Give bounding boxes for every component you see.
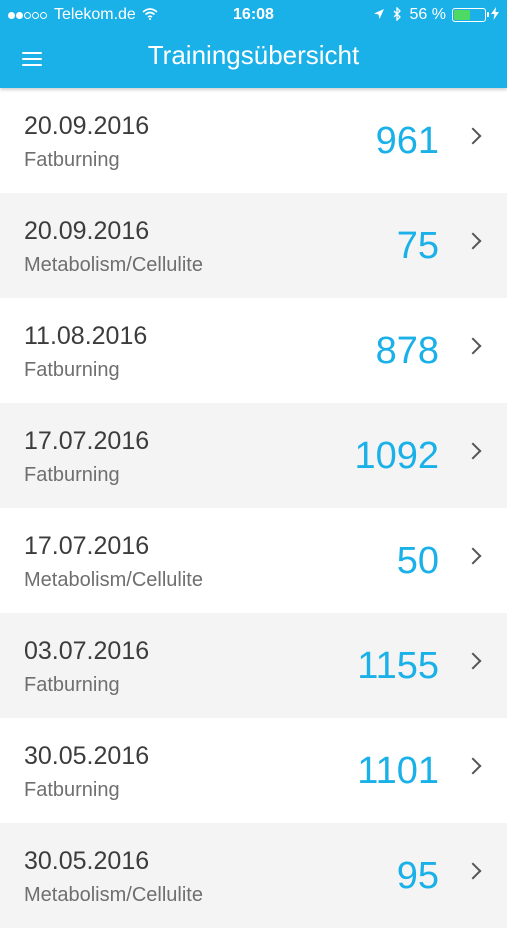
training-date: 11.08.2016 [24, 322, 148, 350]
chevron-right-icon [464, 862, 482, 880]
chevron-right-icon [464, 127, 482, 145]
training-type: Fatburning [24, 149, 120, 171]
training-row[interactable]: 30.05.2016 Fatburning 1101 [0, 718, 507, 823]
training-date: 17.07.2016 [24, 532, 150, 560]
charging-bolt-icon [491, 7, 499, 23]
page-title: Trainingsübersicht [147, 40, 360, 70]
training-row[interactable]: 20.09.2016 Metabolism/Cellulite 75 [0, 193, 507, 298]
training-row[interactable]: 03.07.2016 Fatburning 1155 [0, 613, 507, 718]
location-arrow-icon [373, 7, 385, 23]
chevron-right-icon [464, 652, 482, 670]
training-type: Metabolism/Cellulite [24, 254, 203, 276]
training-value: 878 [375, 330, 439, 372]
training-type: Fatburning [24, 359, 120, 381]
battery-fill [454, 10, 470, 20]
chevron-right-icon [464, 757, 482, 775]
training-value: 50 [396, 540, 439, 582]
training-row[interactable]: 17.07.2016 Metabolism/Cellulite 50 [0, 508, 507, 613]
chevron-right-icon [464, 337, 482, 355]
battery-percentage: 56 % [409, 6, 446, 23]
training-type: Fatburning [24, 674, 120, 696]
training-date: 20.09.2016 [24, 112, 150, 140]
training-row[interactable]: 30.05.2016 Metabolism/Cellulite 95 [0, 823, 507, 928]
battery-icon [452, 8, 489, 22]
training-value: 1101 [357, 750, 439, 792]
training-row[interactable]: 11.08.2016 Fatburning 878 [0, 298, 507, 403]
chevron-right-icon [464, 232, 482, 250]
chevron-right-icon [464, 442, 482, 460]
training-value: 75 [396, 225, 439, 267]
training-list: 20.09.2016 Fatburning 961 20.09.2016 Metabol… [0, 88, 507, 928]
training-type: Metabolism/Cellulite [24, 884, 203, 906]
bluetooth-icon [393, 5, 402, 24]
training-date: 03.07.2016 [24, 637, 150, 665]
battery-nub [487, 12, 489, 17]
training-date: 17.07.2016 [24, 427, 150, 455]
training-type: Fatburning [24, 464, 120, 486]
training-date: 20.09.2016 [24, 217, 150, 245]
training-row[interactable]: 20.09.2016 Fatburning 961 [0, 88, 507, 193]
chevron-right-icon [464, 547, 482, 565]
training-value: 1155 [357, 645, 439, 687]
training-value: 95 [396, 855, 439, 897]
training-type: Metabolism/Cellulite [24, 569, 203, 591]
training-value: 961 [375, 120, 439, 162]
navigation-bar: Trainingsübersicht [0, 30, 507, 88]
training-type: Fatburning [24, 779, 120, 801]
training-value: 1092 [354, 435, 439, 477]
training-date: 30.05.2016 [24, 742, 150, 770]
status-right: 56 % [373, 5, 499, 24]
status-bar: Telekom.de 16:08 56 % [0, 0, 507, 30]
training-date: 30.05.2016 [24, 847, 150, 875]
app-header: Telekom.de 16:08 56 % Trainingsübersicht [0, 0, 507, 88]
training-row[interactable]: 17.07.2016 Fatburning 1092 [0, 403, 507, 508]
